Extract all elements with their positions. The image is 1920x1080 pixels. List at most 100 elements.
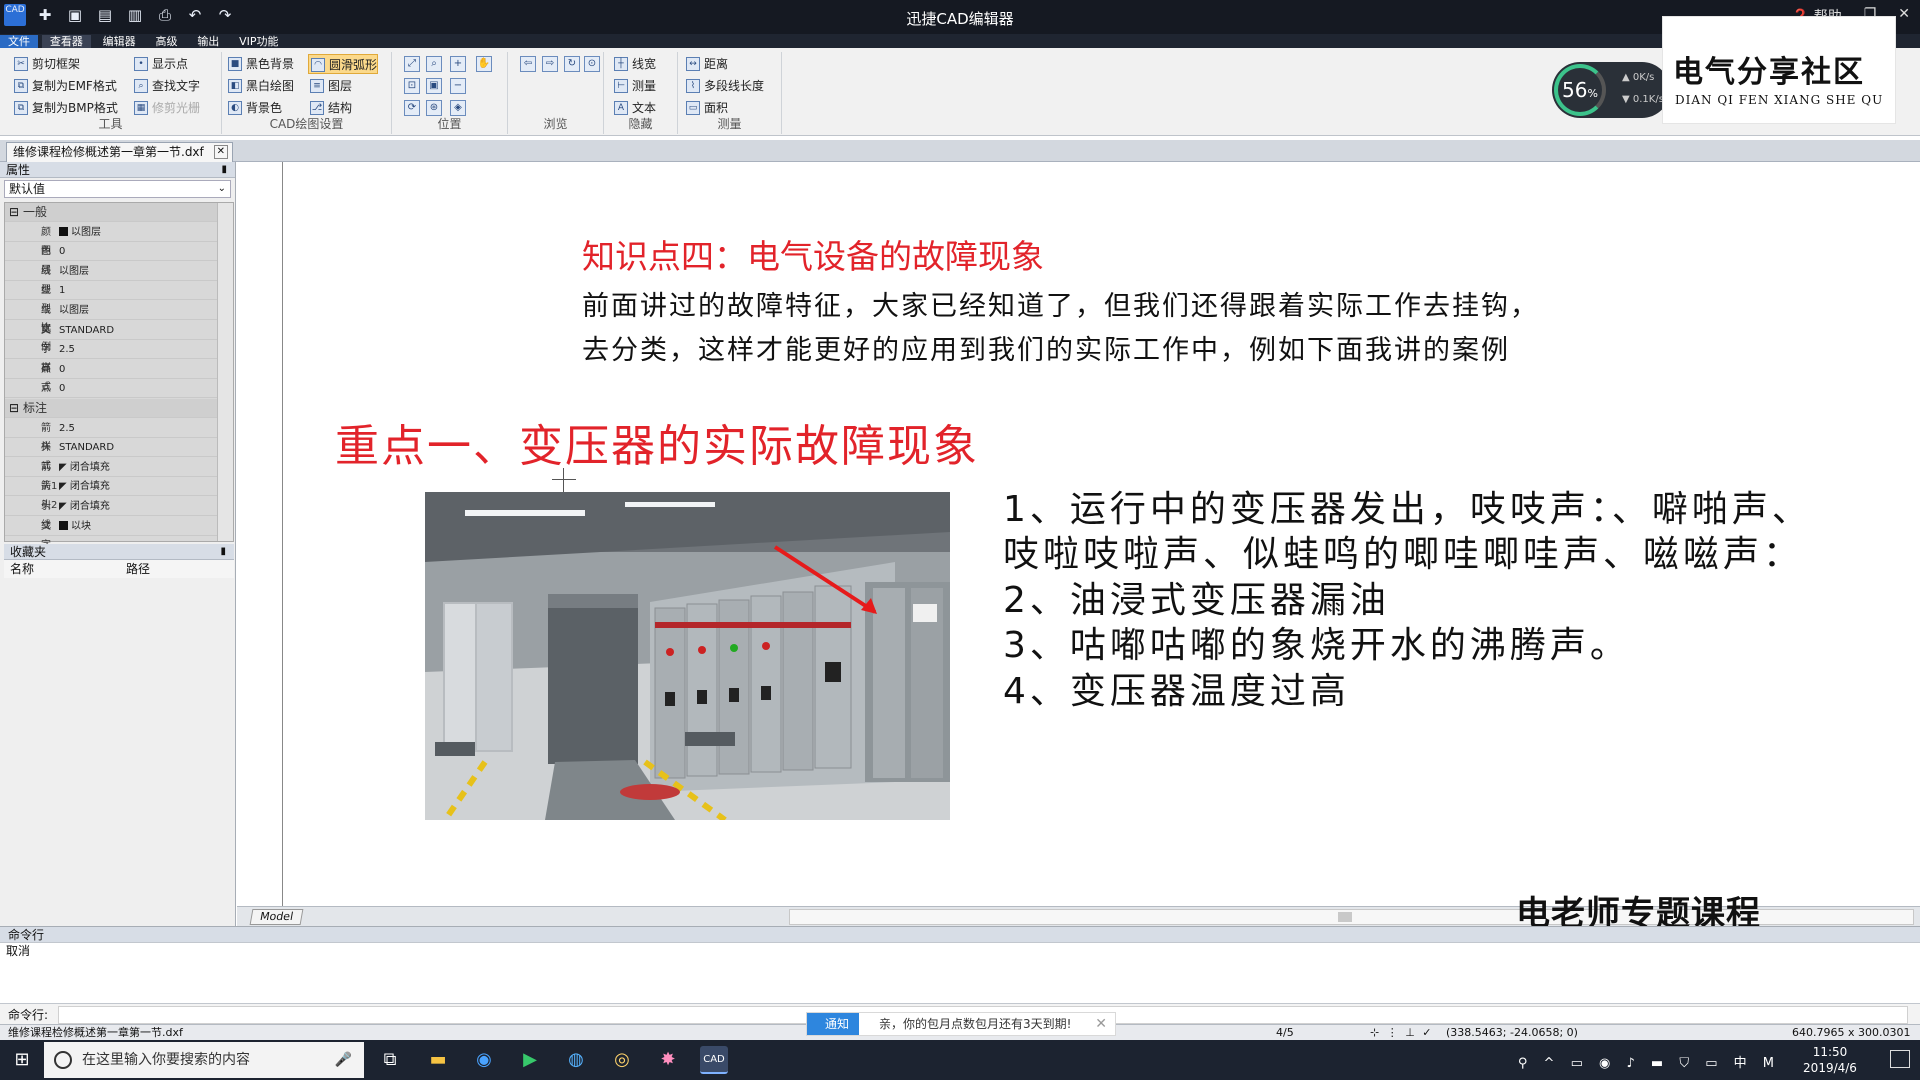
microphone-icon[interactable]: 🎤 bbox=[335, 1042, 352, 1078]
zoom-out-icon[interactable]: − bbox=[450, 78, 466, 94]
menu-vip[interactable]: VIP功能 bbox=[231, 35, 286, 49]
show-points-button[interactable]: • 显示点 bbox=[132, 54, 188, 74]
drawing-canvas[interactable]: 知识点四：电气设备的故障现象 前面讲过的故障特征，大家已经知道了，但我们还得跟着… bbox=[237, 162, 1920, 926]
property-value: 以图层 bbox=[59, 301, 89, 320]
tray-icons[interactable]: ⚲ ^ ▭ ◉ ♪ ▬ ⛉ ▭ 中 M bbox=[1518, 1052, 1780, 1071]
layers-icon: ≡ bbox=[310, 79, 324, 93]
property-row[interactable]: 文字样式 STANDARD bbox=[5, 321, 217, 393]
distance-button[interactable]: ↔ 距离 bbox=[684, 54, 728, 74]
app-star-icon[interactable]: ✸ bbox=[654, 1046, 682, 1074]
model-tab[interactable]: Model bbox=[249, 909, 304, 925]
pin-icon[interactable]: ▮ bbox=[220, 544, 226, 560]
action-center-icon[interactable] bbox=[1890, 1050, 1910, 1068]
property-row[interactable]: 箭头2 ◤ 闭合填充 bbox=[5, 477, 217, 511]
view-3d-icon[interactable]: ◈ bbox=[450, 100, 466, 116]
pan-hand-icon[interactable]: ✋ bbox=[476, 56, 492, 72]
media-player-icon[interactable]: ▶ bbox=[516, 1046, 544, 1074]
fit-icon[interactable]: ⊡ bbox=[404, 78, 420, 94]
scrollbar-thumb[interactable] bbox=[1338, 912, 1352, 922]
black-background-button[interactable]: ■ 黑色背景 bbox=[226, 54, 294, 74]
property-row[interactable]: 线宽 以图层 bbox=[5, 301, 217, 335]
document-tab[interactable]: 维修课程检修概述第一章第一节.dxf ✕ bbox=[6, 142, 233, 162]
property-row[interactable]: 样式 STANDARD bbox=[5, 438, 217, 472]
property-value: 以图层 bbox=[59, 262, 89, 281]
crop-icon: ✂ bbox=[14, 57, 28, 71]
property-category[interactable]: ⊟ 一般 bbox=[5, 203, 217, 222]
crop-frame-button[interactable]: ✂ 剪切框架 bbox=[12, 54, 80, 74]
layers-button[interactable]: ≡ 图层 bbox=[308, 76, 352, 96]
property-row[interactable]: 点0 bbox=[5, 379, 217, 399]
back-arrow-icon[interactable]: ⇦ bbox=[520, 56, 536, 72]
cad-editor-taskbar-icon[interactable]: CAD bbox=[700, 1046, 728, 1074]
menu-file[interactable]: 文件 bbox=[0, 35, 38, 49]
favorites-col-path: 路径 bbox=[126, 562, 151, 576]
property-row[interactable]: 字高 2.5 bbox=[5, 340, 217, 374]
ribbon-group-label: 浏览 bbox=[543, 117, 568, 131]
properties-combo[interactable]: 默认值 ⌄ bbox=[4, 180, 231, 198]
frame-icon[interactable]: ▣ bbox=[426, 78, 442, 94]
find-text-button[interactable]: ⌕ 查找文字 bbox=[132, 76, 200, 96]
close-tab-icon[interactable]: ✕ bbox=[213, 145, 228, 159]
properties-grid[interactable]: ⊟ 一般 颜色 以图层 图层 0 线型 以图层 线型比例 1 线宽 以图层 文字样式 STANDARD 字… bbox=[4, 202, 234, 551]
zoom-in-icon[interactable]: + bbox=[450, 56, 466, 72]
property-value-text: 1 bbox=[59, 285, 66, 297]
network-speed-widget[interactable]: 56% ▲ 0K/s ▼ 0.1K/s bbox=[1552, 62, 1670, 118]
property-row[interactable]: 点0 bbox=[5, 360, 217, 379]
ribbon-group-measure: ↔ 距离 ⌇ 多段线长度 ▭ 面积 测量 bbox=[678, 52, 782, 134]
close-notification-icon[interactable]: ✕ bbox=[1095, 1013, 1107, 1035]
forward-arrow-icon[interactable]: ⇨ bbox=[542, 56, 558, 72]
property-row[interactable]: 线型比例 1 bbox=[5, 281, 217, 353]
arrowhead-icon: ◤ bbox=[59, 501, 70, 512]
orbit-icon[interactable]: ⊛ bbox=[426, 100, 442, 116]
snap-icons[interactable]: ⊹ ⋮ ⊥ ✓ bbox=[1370, 1025, 1434, 1041]
smooth-arc-button[interactable]: ◠ 圆滑弧形 bbox=[308, 54, 379, 74]
properties-scrollbar[interactable] bbox=[217, 203, 233, 541]
black-white-button[interactable]: ◧ 黑白绘图 bbox=[226, 76, 294, 96]
notification-toast[interactable]: 通知 亲，你的包月点数包月还有3天到期! ✕ bbox=[806, 1012, 1116, 1036]
window-title: 迅捷CAD编辑器 bbox=[906, 10, 1014, 28]
collapse-toggle-icon[interactable]: ⊟ bbox=[9, 399, 19, 418]
browse-extra-icon[interactable]: ⊙ bbox=[584, 56, 600, 72]
line-width-button[interactable]: ┼ 线宽 bbox=[612, 54, 656, 74]
measure-button[interactable]: ⊢ 测量 bbox=[612, 76, 656, 96]
property-row[interactable]: 颜色 以图层 bbox=[5, 223, 217, 257]
distance-icon: ↔ bbox=[686, 57, 700, 71]
browser-icon[interactable]: ◉ bbox=[470, 1046, 498, 1074]
property-row[interactable]: 引线 ◤ 闭合填充 bbox=[5, 497, 217, 531]
property-row[interactable]: 箭头 2.5 bbox=[5, 419, 217, 453]
properties-panel: 属性 ▮ 默认值 ⌄ ⊟ 一般 颜色 以图层 图层 0 线型 以图层 线型比例 1 线宽 以图层 文字样式… bbox=[0, 162, 236, 926]
property-category[interactable]: ⊟ 标注 bbox=[5, 399, 217, 418]
zoom-window-icon[interactable]: ⌕ bbox=[426, 56, 442, 72]
property-row[interactable]: 线型 以图层 bbox=[5, 262, 217, 296]
trim-icon: ▦ bbox=[134, 101, 148, 115]
taskbar-clock[interactable]: 11:50 2019/4/6 bbox=[1790, 1044, 1870, 1076]
menu-advanced[interactable]: 高级 bbox=[147, 35, 185, 49]
chrome-icon[interactable]: ◎ bbox=[608, 1046, 636, 1074]
ribbon-group-label: 测量 bbox=[717, 117, 742, 131]
property-value-text: 以图层 bbox=[59, 265, 89, 277]
windows-start-icon[interactable]: ⊞ bbox=[0, 1040, 44, 1080]
menu-editor[interactable]: 编辑器 bbox=[95, 35, 144, 49]
close-icon[interactable]: ✕ bbox=[1898, 6, 1910, 26]
zoom-extents-icon[interactable]: ⤢ bbox=[404, 56, 420, 72]
rotate-icon[interactable]: ⟳ bbox=[404, 100, 420, 116]
polyline-length-button[interactable]: ⌇ 多段线长度 bbox=[684, 76, 764, 96]
property-row[interactable]: 箭头1 ◤ 闭合填充 bbox=[5, 458, 217, 492]
menu-viewer[interactable]: 查看器 bbox=[41, 35, 91, 49]
property-row[interactable]: 文字以块 bbox=[5, 517, 217, 551]
taskbar-search-box[interactable]: 在这里输入你要搜索的内容 🎤 bbox=[44, 1042, 364, 1078]
copy-icon: ⧉ bbox=[14, 101, 28, 115]
refresh-icon[interactable]: ↻ bbox=[564, 56, 580, 72]
property-value: 1 bbox=[59, 281, 65, 300]
file-explorer-icon[interactable]: ▬ bbox=[424, 1046, 452, 1074]
watermark-pinyin: DIAN QI FEN XIANG SHE QU bbox=[1675, 93, 1884, 107]
collapse-toggle-icon[interactable]: ⊟ bbox=[9, 203, 19, 222]
property-row[interactable]: 图层 0 bbox=[5, 242, 217, 276]
line-width-icon: ┼ bbox=[614, 57, 628, 71]
copy-emf-button[interactable]: ⧉ 复制为EMF格式 bbox=[12, 76, 117, 96]
pin-icon[interactable]: ▮ bbox=[221, 162, 227, 178]
task-view-icon[interactable]: ⧉ bbox=[376, 1046, 404, 1074]
menu-output[interactable]: 输出 bbox=[189, 35, 227, 49]
browser-alt-icon[interactable]: ◍ bbox=[562, 1046, 590, 1074]
arrowhead-icon: ◤ bbox=[59, 461, 70, 473]
